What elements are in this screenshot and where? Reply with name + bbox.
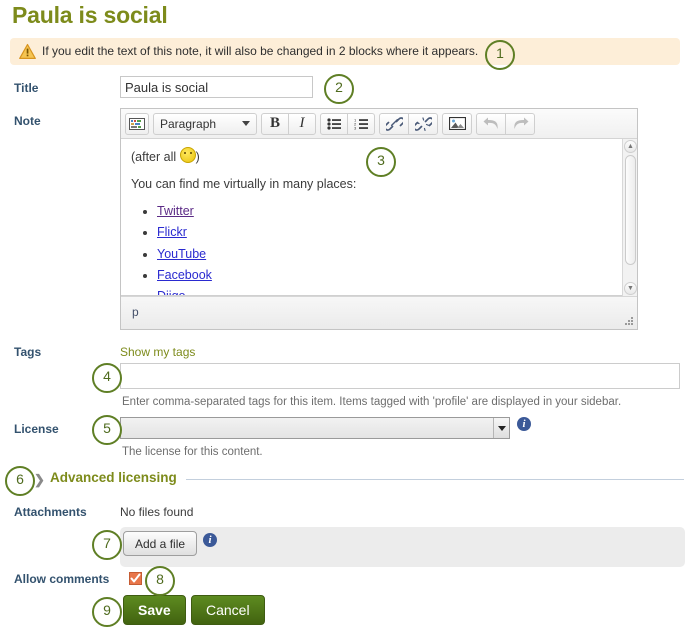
- warning-banner: If you edit the text of this note, it wi…: [10, 38, 680, 65]
- tags-label: Tags: [14, 345, 41, 359]
- toolbar-group-format: Paragraph: [153, 113, 256, 135]
- callout-marker-8: 8: [145, 566, 175, 596]
- section-divider: [186, 479, 684, 480]
- license-info-icon[interactable]: i: [517, 417, 531, 431]
- editor-line1-after: ): [196, 150, 200, 164]
- show-my-tags-link[interactable]: Show my tags: [120, 345, 195, 359]
- toolbar-group-style: B I: [261, 113, 315, 135]
- attachments-status: No files found: [120, 505, 193, 519]
- link-youtube[interactable]: YouTube: [157, 247, 206, 261]
- checkmark-icon: [130, 573, 141, 584]
- editor-paragraph-2: You can find me virtually in many places…: [131, 175, 627, 193]
- editor-statusbar: p: [121, 296, 637, 329]
- unlink-icon[interactable]: [408, 113, 438, 135]
- advanced-licensing-section[interactable]: ❯ Advanced licensing: [34, 470, 684, 488]
- attachments-info-icon[interactable]: i: [203, 533, 217, 547]
- callout-marker-4: 4: [92, 363, 122, 393]
- resize-handle[interactable]: [625, 317, 634, 326]
- list-item: Twitter: [157, 202, 627, 220]
- allow-comments-checkbox[interactable]: [129, 572, 142, 585]
- scroll-down-icon[interactable]: ▼: [624, 282, 637, 295]
- license-help-text: The license for this content.: [122, 446, 263, 458]
- link-diigo[interactable]: Diigo: [157, 289, 186, 296]
- note-editor: Paragraph B I 1 2 3: [120, 108, 638, 330]
- editor-toolbar: Paragraph B I 1 2 3: [121, 109, 637, 139]
- callout-marker-5: 5: [92, 415, 122, 445]
- tags-input[interactable]: [120, 363, 680, 389]
- allow-comments-label: Allow comments: [14, 572, 109, 586]
- toolbar-group-source: [125, 113, 148, 135]
- advanced-licensing-label: Advanced licensing: [50, 470, 177, 485]
- undo-arrow-icon[interactable]: [476, 113, 506, 135]
- warning-triangle-icon: [19, 43, 36, 60]
- chevron-down-icon: [242, 121, 250, 126]
- toolbar-group-links: [379, 113, 437, 135]
- scrollbar-thumb[interactable]: [625, 155, 636, 265]
- attachments-dropzone: [120, 527, 685, 567]
- page-title: Paula is social: [12, 2, 168, 29]
- license-label: License: [14, 422, 59, 436]
- editor-link-list: Twitter Flickr YouTube Facebook Diigo: [131, 202, 627, 296]
- source-code-icon[interactable]: [125, 113, 149, 135]
- callout-marker-2: 2: [324, 74, 354, 104]
- list-item: YouTube: [157, 245, 627, 263]
- callout-marker-6: 6: [5, 466, 35, 496]
- add-a-file-button[interactable]: Add a file: [123, 531, 197, 556]
- scroll-up-icon[interactable]: ▲: [624, 140, 637, 153]
- cancel-button[interactable]: Cancel: [191, 595, 265, 625]
- license-select-arrow[interactable]: [493, 418, 509, 438]
- toolbar-group-history: [476, 113, 534, 135]
- smiley-icon: [180, 147, 196, 163]
- callout-marker-3: 3: [366, 147, 396, 177]
- list-item: Facebook: [157, 266, 627, 284]
- link-facebook[interactable]: Facebook: [157, 268, 212, 282]
- svg-text:3: 3: [354, 125, 357, 129]
- note-label: Note: [14, 114, 41, 128]
- warning-text: If you edit the text of this note, it wi…: [42, 44, 478, 58]
- chevron-down-icon: [498, 426, 506, 431]
- license-select[interactable]: [120, 417, 510, 439]
- link-flickr[interactable]: Flickr: [157, 225, 187, 239]
- title-input[interactable]: [120, 76, 313, 98]
- title-label: Title: [14, 81, 38, 95]
- tags-help-text: Enter comma-separated tags for this item…: [122, 396, 621, 408]
- redo-arrow-icon[interactable]: [505, 113, 535, 135]
- link-twitter[interactable]: Twitter: [157, 204, 194, 218]
- callout-marker-7: 7: [92, 530, 122, 560]
- format-select[interactable]: Paragraph: [153, 113, 257, 135]
- format-select-value: Paragraph: [160, 117, 216, 131]
- list-item: Diigo: [157, 287, 627, 296]
- chevron-right-icon: ❯: [34, 472, 45, 488]
- bullet-list-icon[interactable]: [320, 113, 348, 135]
- list-item: Flickr: [157, 223, 627, 241]
- save-button[interactable]: Save: [123, 595, 186, 625]
- bold-button[interactable]: B: [261, 113, 289, 135]
- image-icon[interactable]: [442, 113, 472, 135]
- callout-marker-1: 1: [485, 40, 515, 70]
- toolbar-group-lists: 1 2 3: [320, 113, 374, 135]
- italic-button[interactable]: I: [288, 113, 316, 135]
- numbered-list-icon[interactable]: 1 2 3: [347, 113, 375, 135]
- callout-marker-9: 9: [92, 597, 122, 627]
- toolbar-group-image: [442, 113, 471, 135]
- attachments-label: Attachments: [14, 505, 87, 519]
- editor-line1-before: (after all: [131, 150, 180, 164]
- editor-element-path: p: [132, 305, 139, 319]
- link-icon[interactable]: [379, 113, 409, 135]
- editor-scrollbar[interactable]: ▲ ▼: [622, 139, 637, 296]
